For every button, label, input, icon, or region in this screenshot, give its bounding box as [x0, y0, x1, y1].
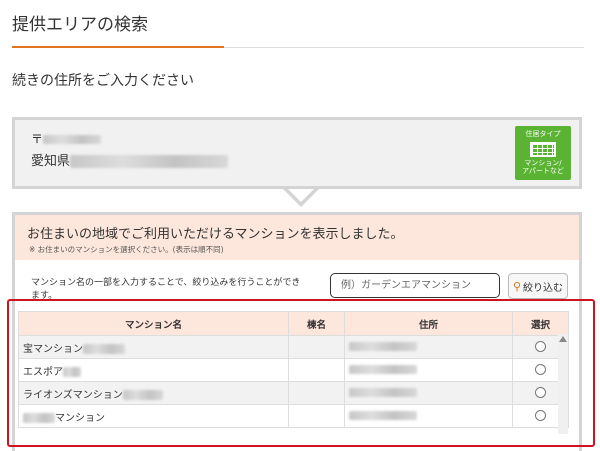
redacted-zip	[43, 135, 102, 144]
redacted-address	[70, 155, 229, 168]
search-icon: ⚲	[512, 279, 522, 293]
down-arrow-inner	[288, 189, 314, 202]
address-prefecture: 愛知県	[31, 154, 71, 169]
badge-label-top: 住居タイプ	[525, 130, 561, 138]
badge-label-bottom-1: マンション/	[524, 159, 562, 167]
filter-button[interactable]: ⚲ 絞り込む	[508, 273, 568, 299]
housing-type-badge: 住居タイプ マンション/ アパートなど	[515, 126, 571, 180]
badge-label-bottom-2: アパートなど	[522, 167, 564, 175]
notice-banner: お住まいの地域でご利用いただけるマンションを表示しました。 ※ お住まいのマンシ…	[15, 215, 579, 260]
search-input[interactable]	[330, 273, 500, 298]
address-line: 愛知県	[31, 150, 229, 169]
address-zip: 〒	[31, 130, 102, 147]
page-subtitle: 続きの住所をご入力ください	[12, 73, 194, 89]
notice-main: お住まいの地域でご利用いただけるマンションを表示しました。	[27, 227, 404, 242]
highlight-frame	[7, 299, 595, 447]
title-divider	[224, 47, 584, 48]
address-box: 〒 愛知県 住居タイプ マンション/ アパートなど	[12, 117, 582, 189]
title-underline	[12, 46, 224, 48]
building-icon	[530, 142, 556, 157]
filter-button-label: 絞り込む	[523, 282, 564, 294]
page-title: 提供エリアの検索	[12, 15, 148, 35]
zip-prefix: 〒	[31, 132, 44, 146]
notice-sub: ※ お住まいのマンションを選択ください。(表示は順不同)	[29, 245, 224, 254]
